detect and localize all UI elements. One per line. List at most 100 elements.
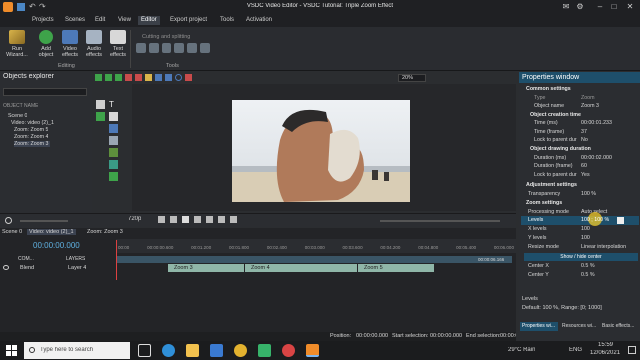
video-track-bar[interactable] [116,256,512,263]
duration-frame-field[interactable]: 60 [581,162,636,170]
app-red-icon[interactable] [282,344,295,357]
fill-icon[interactable] [145,74,152,81]
store-icon[interactable] [210,344,223,357]
chrome-icon[interactable] [234,344,247,357]
shape-tool-icon[interactable] [109,124,118,133]
minimize-button[interactable]: – [594,2,606,12]
cutting-splitting-label[interactable]: Cutting and splitting [142,34,190,40]
resize-mode-select[interactable]: Linear interpolation [581,243,636,251]
tab-basic-effects[interactable]: Basic effects... [600,322,638,331]
x-levels-field[interactable]: 100 [581,225,636,233]
menu-view[interactable]: View [115,16,134,25]
object-name-field[interactable]: Zoom 3 [581,102,636,110]
zoom-settings-section[interactable]: Zoom settings [526,199,640,207]
blend-label[interactable]: Blend [20,265,34,271]
align-right-icon[interactable] [115,74,122,81]
language-indicator[interactable]: ENG [569,347,582,353]
rotate-icon[interactable] [136,43,146,53]
menu-scenes[interactable]: Scenes [62,16,88,25]
menu-projects[interactable]: Projects [29,16,57,25]
edge-icon[interactable] [162,344,175,357]
menu-export-project[interactable]: Export project [167,16,210,25]
tree-item-video[interactable]: Video: video (2)_1 [11,120,54,126]
tree-item-zoom5[interactable]: Zoom: Zoom 5 [14,127,48,133]
menu-tools[interactable]: Tools [217,16,237,25]
eye-icon[interactable] [3,265,9,270]
task-view-icon[interactable] [138,344,151,357]
video-effects-button[interactable]: Video effects [58,30,82,64]
settings-icon[interactable]: ⚙ [574,2,586,12]
menu-edit[interactable]: Edit [92,16,108,25]
speed-icon[interactable] [174,43,185,53]
cut-icon[interactable] [200,43,210,53]
cursor-tool-icon[interactable] [96,100,105,109]
adjustment-settings-section[interactable]: Adjustment settings [526,181,640,189]
drawing-duration-section[interactable]: Object drawing duration [530,145,640,153]
show-hide-center-button[interactable]: Show / hide center [524,253,638,261]
prev-frame-icon[interactable] [170,216,177,223]
move-tool-icon[interactable] [96,112,105,121]
rect-icon[interactable] [165,74,172,81]
clock-time[interactable]: 15:59 [598,342,613,348]
preview-seek-slider[interactable] [380,220,500,222]
menu-activation[interactable]: Activation [243,16,275,25]
tab-zoom[interactable]: Zoom: Zoom 3 [87,229,123,235]
crop-icon[interactable] [148,43,159,53]
text-effects-button[interactable]: Text effects [106,30,130,64]
text-tool-icon[interactable]: T [109,100,118,109]
split-icon[interactable] [187,43,198,53]
clip-zoom4[interactable]: Zoom 4 [245,264,357,272]
time-ms-field[interactable]: 00:00:01.233 [581,119,636,127]
levels-edit-icon[interactable] [617,217,624,224]
notification-center-icon[interactable] [628,346,636,354]
y-levels-field[interactable]: 100 [581,234,636,242]
align-left-icon[interactable] [95,74,102,81]
vsdc-taskbar-icon[interactable] [306,344,319,357]
file-explorer-icon[interactable] [186,344,199,357]
lock-parent-field[interactable]: No [581,136,636,144]
volume-slider[interactable] [20,220,68,222]
center-y-field[interactable]: 0.5 % [581,271,636,279]
lock-icon[interactable] [135,74,142,81]
canvas-zoom-select[interactable]: 20% [398,74,426,82]
add-object-button[interactable]: Add object [34,30,58,64]
clip-zoom3[interactable]: Zoom 3 [168,264,244,272]
circle-icon[interactable] [175,74,182,81]
next-frame-icon[interactable] [206,216,213,223]
weather-widget[interactable]: 29°C Rain [508,347,535,353]
clip-zoom5[interactable]: Zoom 5 [358,264,434,272]
resolution-select[interactable]: 720p [128,216,141,222]
forward-icon[interactable] [218,216,225,223]
rewind-icon[interactable] [158,216,165,223]
notification-icon[interactable]: ✉ [560,2,572,12]
stop-icon[interactable] [194,216,201,223]
levels-field[interactable]: 100 ; 100 % [581,216,613,224]
tree-item-zoom3[interactable]: Zoom: Zoom 3 [14,141,51,147]
app-green-icon[interactable] [258,344,271,357]
play-icon[interactable] [182,216,189,223]
start-icon[interactable] [6,345,17,356]
snap-icon[interactable] [185,74,192,81]
tree-item-scene[interactable]: Scene 0 [8,113,27,119]
order-icon[interactable] [125,74,132,81]
video-preview[interactable] [232,100,410,202]
tab-properties-window[interactable]: Properties wi... [520,322,558,331]
tab-scene[interactable]: Scene 0 [2,229,22,235]
volume-icon[interactable] [5,217,12,224]
explorer-search-input[interactable] [3,88,87,96]
transparency-field[interactable]: 100 % [581,190,636,198]
tab-resources-window[interactable]: Resources wi... [560,322,598,331]
playhead[interactable] [116,240,117,280]
menu-editor[interactable]: Editor [138,16,160,25]
chart-tool-icon[interactable] [109,148,118,157]
clock-date[interactable]: 12/06/2021 [590,350,620,356]
video-tool-icon[interactable] [109,160,118,169]
tab-video[interactable]: Video: video (2)_1 [27,229,76,235]
tree-item-zoom4[interactable]: Zoom: Zoom 4 [14,134,48,140]
lock-parent-field-2[interactable]: Yes [581,171,636,179]
common-settings-section[interactable]: Common settings [526,85,640,93]
loop-icon[interactable] [230,216,237,223]
close-button[interactable]: ✕ [624,2,636,12]
maximize-button[interactable]: □ [608,2,620,12]
audio-tool-icon[interactable] [109,136,118,145]
